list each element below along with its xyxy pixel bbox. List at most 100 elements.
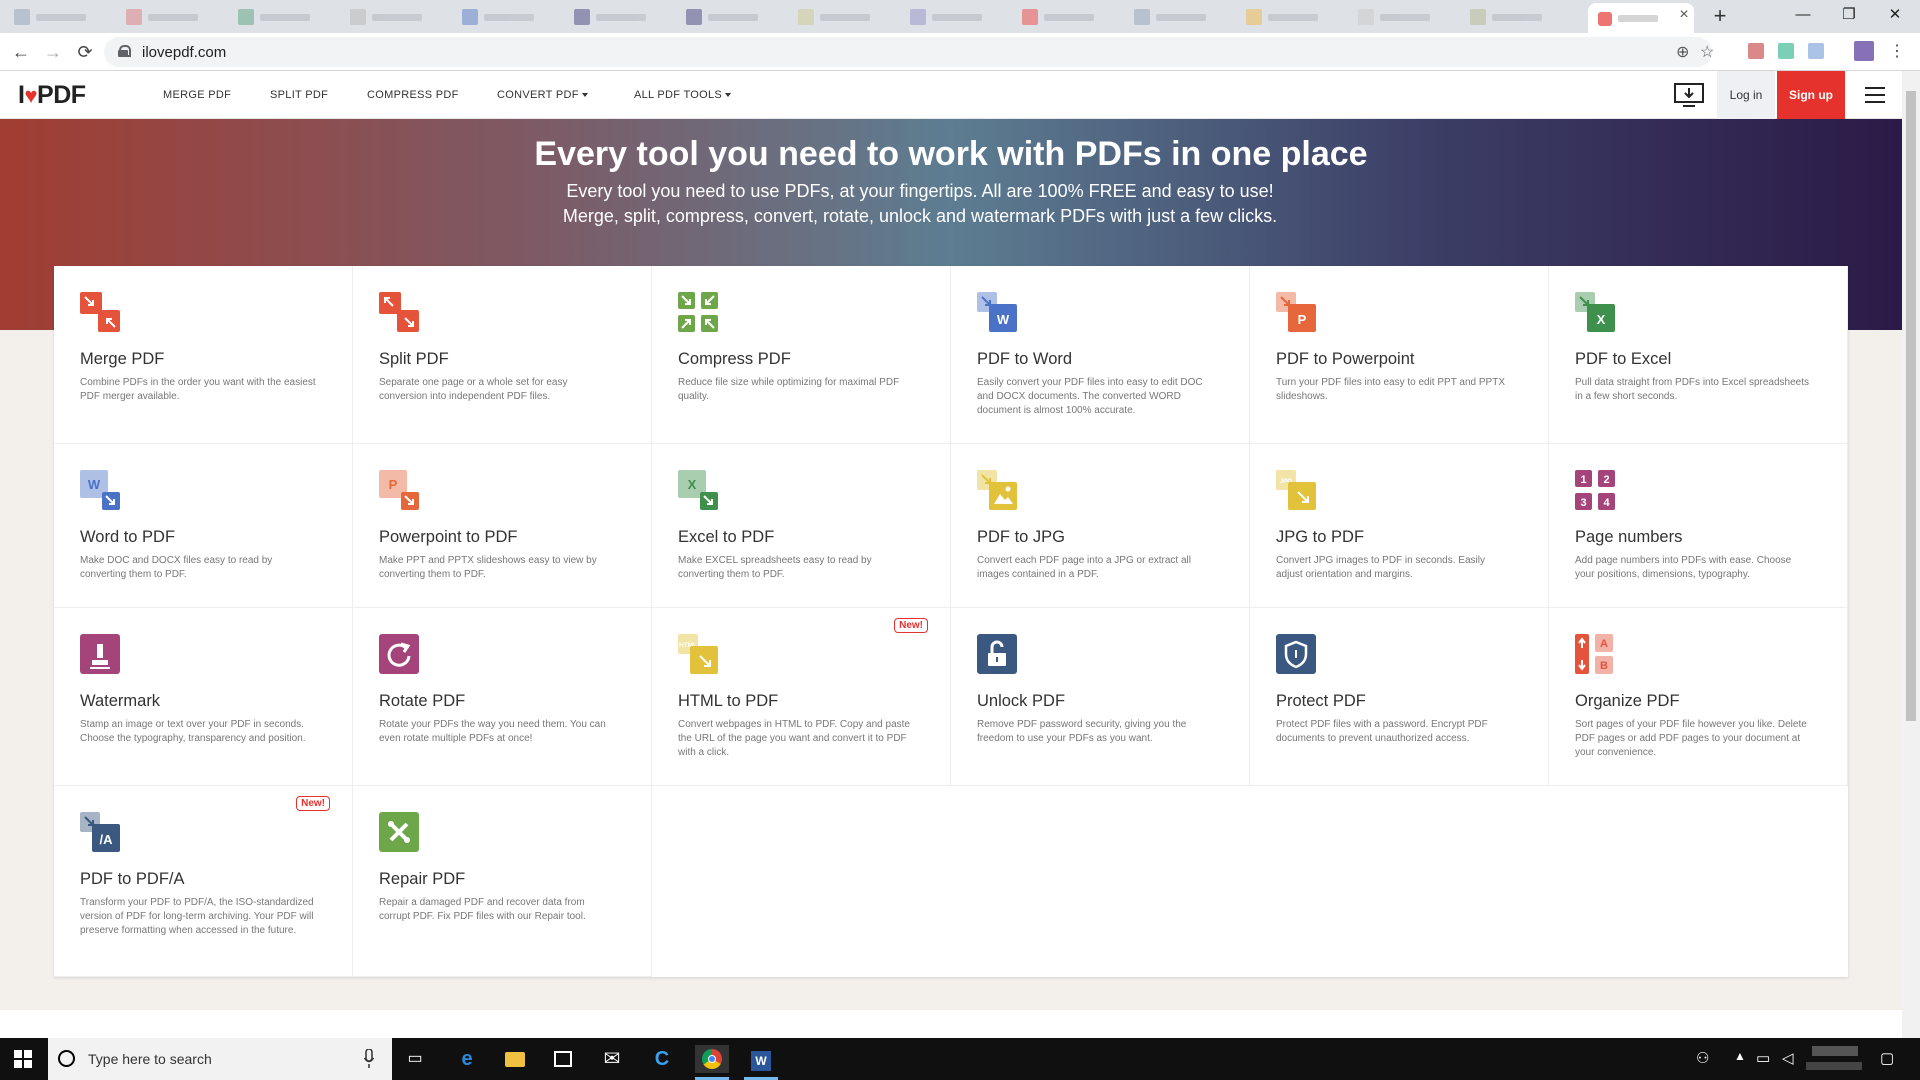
action-center-icon[interactable]: ▢ — [1880, 1049, 1894, 1067]
svg-text:1: 1 — [1580, 474, 1586, 486]
page-scrollbar[interactable] — [1902, 71, 1920, 1038]
browser-tab[interactable] — [906, 6, 1006, 28]
nav-compress-pdf[interactable]: COMPRESS PDF — [367, 89, 459, 101]
store-icon[interactable] — [546, 1045, 580, 1073]
window-close-button[interactable]: ✕ — [1872, 0, 1918, 30]
browser-tab[interactable] — [458, 6, 558, 28]
browser-tab[interactable] — [1242, 6, 1342, 28]
network-icon[interactable]: ▭ — [1756, 1049, 1770, 1067]
file-explorer-icon[interactable] — [498, 1045, 532, 1073]
clock-date[interactable] — [1806, 1062, 1862, 1070]
tool-title: PDF to Powerpoint — [1276, 350, 1415, 368]
browser-tab[interactable] — [570, 6, 670, 28]
profile-avatar[interactable] — [1854, 41, 1874, 61]
nav-split-pdf[interactable]: SPLIT PDF — [270, 89, 328, 101]
svg-text:/A: /A — [100, 832, 114, 847]
url-input[interactable]: ilovepdf.com ⊕ ☆ — [104, 37, 1714, 67]
hero-title: Every tool you need to work with PDFs in… — [534, 135, 1368, 173]
tool-card-merge[interactable]: Merge PDF Combine PDFs in the order you w… — [54, 266, 353, 444]
nav-merge-pdf[interactable]: MERGE PDF — [163, 89, 231, 101]
browser-tab[interactable] — [1354, 6, 1454, 28]
desktop-app-icon[interactable] — [1674, 83, 1704, 109]
window-minimize-button[interactable]: — — [1780, 0, 1826, 30]
tool-title: Unlock PDF — [977, 692, 1066, 710]
hamburger-menu-icon[interactable] — [1865, 87, 1885, 103]
tool-card-rotate[interactable]: Rotate PDF Rotate your PDFs the way you n… — [353, 608, 652, 786]
task-view-icon[interactable]: ▭ — [398, 1045, 432, 1073]
ilovepdf-logo[interactable]: I♥PDF — [18, 81, 86, 109]
nav-all-pdf-tools[interactable]: ALL PDF TOOLS — [634, 89, 732, 101]
hero-subtitle: Every tool you need to use PDFs, at your… — [562, 181, 1278, 226]
reload-button[interactable]: ⟳ — [74, 41, 96, 63]
microphone-icon[interactable] — [364, 1049, 374, 1069]
taskbar-search-input[interactable]: Type here to search — [48, 1038, 392, 1080]
browser-tab[interactable] — [346, 6, 446, 28]
browser-tab[interactable] — [794, 6, 894, 28]
browser-menu-icon[interactable]: ⋮ — [1886, 41, 1908, 63]
tool-title: Excel to PDF — [678, 528, 775, 546]
new-badge: New! — [296, 796, 330, 811]
extension-icon[interactable] — [1808, 43, 1824, 59]
browser-tab[interactable] — [1466, 6, 1566, 28]
tool-description: Make DOC and DOCX files easy to read by … — [80, 555, 273, 580]
edge-browser-icon[interactable]: e — [450, 1045, 484, 1073]
tool-card-unlock[interactable]: Unlock PDF Remove PDF password security, … — [951, 608, 1250, 786]
mail-icon[interactable]: ✉ — [595, 1045, 629, 1073]
tool-card-pdf-to-word[interactable]: W PDF to Word Easily convert your PDF file… — [951, 266, 1250, 444]
forward-button[interactable]: → — [42, 41, 64, 63]
tool-title: Merge PDF — [80, 350, 165, 368]
people-icon[interactable]: ⚇ — [1696, 1049, 1709, 1067]
svg-text:X: X — [688, 477, 697, 492]
tool-card-word-to-pdf[interactable]: W Word to PDF Make DOC and DOCX files easy… — [54, 444, 353, 608]
tool-card-pdf-to-jpg[interactable]: PDF to JPG Convert each PDF page into a J… — [951, 444, 1250, 608]
tool-card-watermark[interactable]: Watermark Stamp an image or text over you… — [54, 608, 353, 786]
tool-card-powerpoint-to-pdf[interactable]: P Powerpoint to PDF Make PPT and PPTX slid… — [353, 444, 652, 608]
tool-description: Combine PDFs in the order you want with … — [80, 377, 316, 402]
back-button[interactable]: ← — [10, 41, 32, 63]
nav-convert-pdf[interactable]: CONVERT PDF — [497, 89, 588, 101]
browser-tab[interactable] — [682, 6, 782, 28]
volume-mute-icon[interactable]: ◁ — [1782, 1049, 1794, 1067]
svg-text:A: A — [1600, 638, 1608, 650]
scrollbar-thumb[interactable] — [1906, 91, 1916, 721]
word-icon: W — [80, 470, 120, 510]
new-tab-button[interactable]: + — [1708, 4, 1732, 28]
tool-card-organize[interactable]: A B Organize PDF Sort pages of your PDF fil… — [1549, 608, 1848, 786]
tool-card-jpg-to-pdf[interactable]: JPG JPG to PDF Convert JPG images to PDF i… — [1250, 444, 1549, 608]
tool-card-excel-to-pdf[interactable]: X Excel to PDF Make EXCEL spreadsheets eas… — [652, 444, 951, 608]
browser-tab[interactable] — [1130, 6, 1230, 28]
word-app-icon[interactable]: W — [744, 1045, 778, 1073]
tab-title — [1618, 15, 1658, 22]
lock-icon — [118, 45, 131, 57]
chrome-icon[interactable] — [695, 1045, 729, 1073]
browser-tab[interactable] — [1018, 6, 1118, 28]
browser-tab[interactable] — [234, 6, 334, 28]
word-icon: W — [977, 292, 1017, 332]
tool-card-protect[interactable]: Protect PDF Protect PDF files with a pass… — [1250, 608, 1549, 786]
tool-description: Make PPT and PPTX slideshows easy to vie… — [379, 555, 597, 580]
tool-card-pdf-to-pdfa[interactable]: /A PDF to PDF/A Transform your PDF to PDF/… — [54, 786, 353, 977]
tool-card-compress[interactable]: Compress PDF Reduce file size while optim… — [652, 266, 951, 444]
tool-card-page-numbers[interactable]: 1 2 3 4 Page numbers Add page numbers into PD… — [1549, 444, 1848, 608]
tool-card-pdf-to-powerpoint[interactable]: P PDF to Powerpoint Turn your PDF files in… — [1250, 266, 1549, 444]
tab-close-icon[interactable]: × — [1676, 7, 1692, 23]
browser-tab[interactable] — [10, 6, 110, 28]
bookmark-star-icon[interactable]: ☆ — [1700, 42, 1714, 62]
split-icon — [379, 292, 419, 332]
tool-description: Transform your PDF to PDF/A, the ISO-sta… — [80, 897, 314, 936]
browser-tab[interactable] — [122, 6, 222, 28]
edge-chromium-icon[interactable]: C — [645, 1045, 679, 1073]
clock-time[interactable] — [1812, 1046, 1858, 1056]
signup-button[interactable]: Sign up — [1777, 71, 1845, 119]
show-hidden-icons-chevron[interactable]: ▲ — [1734, 1049, 1746, 1063]
login-button[interactable]: Log in — [1717, 71, 1775, 119]
tool-card-split[interactable]: Split PDF Separate one page or a whole se… — [353, 266, 652, 444]
extension-icon[interactable] — [1748, 43, 1764, 59]
zoom-icon[interactable]: ⊕ — [1676, 42, 1689, 62]
tool-card-repair[interactable]: Repair PDF Repair a damaged PDF and recov… — [353, 786, 652, 977]
tool-card-pdf-to-excel[interactable]: X PDF to Excel Pull data straight from PDF… — [1549, 266, 1848, 444]
extension-icon[interactable] — [1778, 43, 1794, 59]
windows-start-icon[interactable] — [14, 1050, 32, 1068]
tool-card-html-to-pdf[interactable]: HTML HTML to PDF Convert webpages in HTML … — [652, 608, 951, 786]
window-maximize-button[interactable]: ❐ — [1826, 0, 1872, 30]
